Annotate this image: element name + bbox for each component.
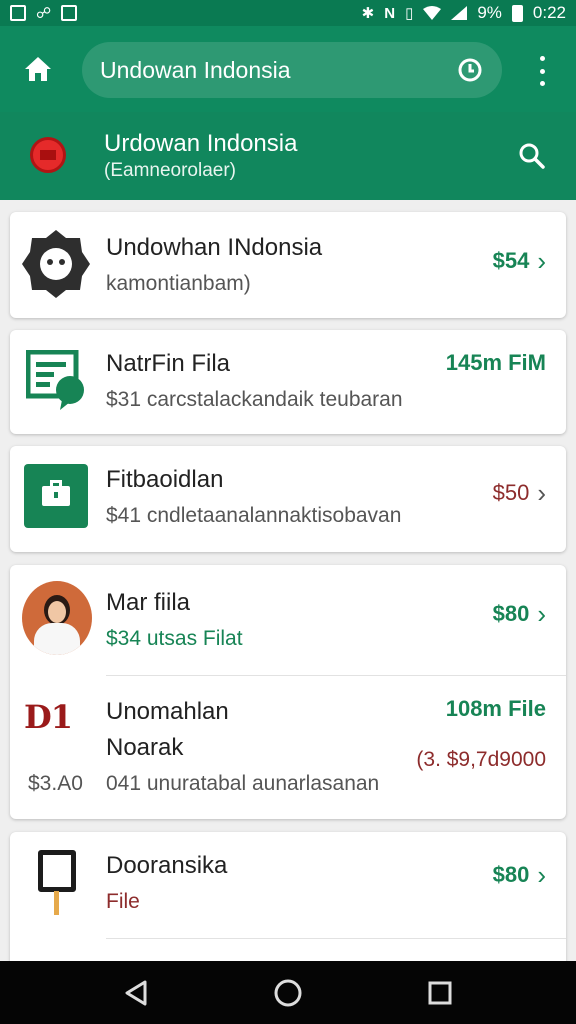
chevron-right-icon: ›: [537, 478, 546, 508]
item-price: $50: [492, 480, 530, 505]
item-subtitle: $34 utsas Filat: [106, 627, 243, 650]
item-price: $54: [492, 248, 530, 273]
list-group: Dooransika File $80 ›: [10, 832, 566, 972]
home-circle-icon: [274, 979, 302, 1006]
list-item[interactable]: Dooransika File $80 ›: [10, 832, 566, 938]
overflow-menu-button[interactable]: [530, 56, 554, 86]
back-icon: [125, 980, 147, 1005]
bluetooth-icon: ✱: [361, 4, 375, 22]
image-icon: [61, 5, 78, 21]
document-chat-icon: [26, 350, 84, 410]
avatar: [22, 581, 92, 655]
home-nav-button[interactable]: [266, 971, 310, 1015]
channel-header: Urdowan Indonsia (Eamneorolaer): [0, 112, 576, 200]
chevron-right-icon: ›: [537, 246, 546, 276]
screen-icon: [38, 850, 76, 915]
item-file-size: 145m FiM: [445, 350, 546, 375]
item-price: $80: [492, 862, 530, 887]
list-group: Mar fiila $34 utsas Filat $80 › D1 Unoma…: [10, 565, 566, 819]
back-button[interactable]: [114, 971, 158, 1015]
status-bar: ☍ ✱ N ▯ 9% 0:22: [0, 0, 576, 26]
home-icon: [25, 57, 51, 81]
item-subtitle: $31 carcstalackandaik teubaran: [106, 388, 403, 411]
item-price: $80: [492, 601, 530, 626]
item-meta: $50 ›: [493, 480, 546, 506]
vibrate-icon: ▯: [405, 4, 414, 22]
battery-icon: [511, 4, 523, 22]
recents-icon: [428, 981, 452, 1004]
item-meta: 145m FiM: [446, 350, 546, 376]
search-input[interactable]: Undowan Indonsia: [100, 57, 456, 84]
item-price: (3. $9,7d9000: [416, 748, 546, 771]
item-title: Dooransika: [106, 852, 228, 879]
list-item[interactable]: Undowhan INdonsia kamontianbam) $54 ›: [10, 212, 566, 318]
home-button[interactable]: [16, 47, 60, 91]
channel-title: Urdowan Indonsia: [104, 130, 298, 157]
item-subtitle: File: [106, 890, 140, 913]
item-meta: $80 ›: [493, 862, 546, 888]
channel-subtitle: (Eamneorolaer): [104, 160, 236, 181]
item-file-size: 108m File: [445, 696, 546, 721]
list-item[interactable]: Mar fiila $34 utsas Filat $80 ›: [10, 565, 566, 675]
more-vertical-icon: [539, 56, 545, 61]
link-icon: ☍: [36, 4, 52, 22]
item-meta: 108m File: [446, 696, 546, 722]
history-icon[interactable]: [456, 56, 484, 84]
item-title: NatrFin Fila: [106, 350, 231, 377]
channel-logo: [30, 137, 66, 173]
chat-bot-icon: [22, 230, 90, 298]
gallery-icon: [10, 5, 26, 21]
item-title-line2: Noarak: [106, 734, 184, 761]
list-item[interactable]: NatrFin Fila $31 carcstalackandaik teuba…: [10, 330, 566, 434]
search-field[interactable]: Undowan Indonsia: [82, 42, 502, 98]
item-title: Mar fiila: [106, 589, 191, 616]
nfc-icon: N: [384, 4, 396, 22]
signal-icon: [451, 6, 468, 20]
app-bar: Undowan Indonsia: [0, 26, 576, 112]
recents-button[interactable]: [418, 971, 462, 1015]
wifi-icon: [423, 6, 442, 20]
item-subtitle: $41 cndletaanalannaktisobavan: [106, 504, 402, 527]
item-meta: $80 ›: [493, 601, 546, 627]
chevron-right-icon: ›: [537, 860, 546, 890]
list-item[interactable]: D1 Unomahlan Noarak $3.A0 041 unuratabal…: [10, 676, 566, 819]
brand-logo: D1: [24, 698, 73, 736]
briefcase-icon: [24, 464, 88, 528]
item-title: Unomahlan: [106, 698, 229, 725]
chevron-right-icon: ›: [537, 599, 546, 629]
status-right: ✱ N ▯ 9% 0:22: [362, 3, 566, 23]
clock: 0:22: [532, 3, 566, 22]
divider: [106, 938, 566, 939]
item-meta: $54 ›: [493, 248, 546, 274]
item-title: Undowhan INdonsia: [106, 234, 323, 261]
item-left-value: $3.A0: [28, 772, 83, 795]
item-subtitle: 041 unuratabal aunarlasanan: [106, 772, 380, 795]
channel-search-button[interactable]: [518, 142, 546, 175]
list-item[interactable]: Fitbaoidlan $41 cndletaanalannaktisobava…: [10, 446, 566, 552]
system-nav-bar: [0, 961, 576, 1024]
item-title: Fitbaoidlan: [106, 466, 224, 493]
status-left: ☍: [10, 4, 78, 22]
battery-percent: 9%: [477, 3, 502, 22]
item-subtitle: kamontianbam): [106, 272, 251, 295]
search-icon: [519, 143, 545, 169]
